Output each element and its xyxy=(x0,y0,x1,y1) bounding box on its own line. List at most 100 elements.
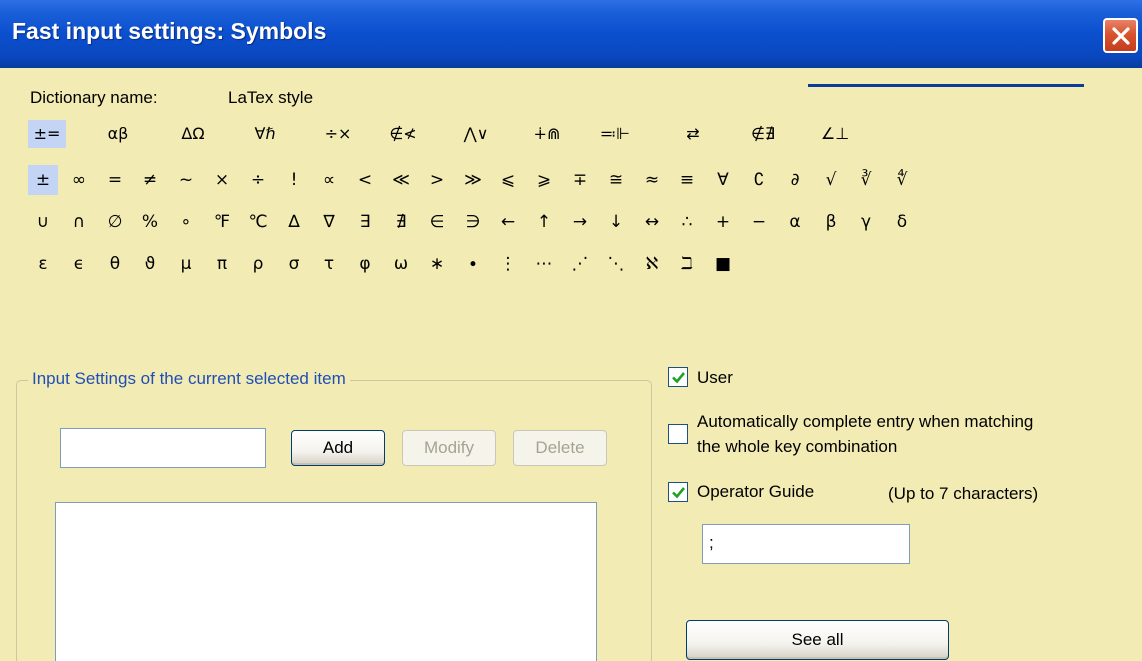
dictionary-name-label: Dictionary name: xyxy=(30,88,158,107)
symbol-cell[interactable]: ≠ xyxy=(135,165,165,195)
symbol-cell[interactable]: ≡ xyxy=(672,165,702,195)
close-button[interactable] xyxy=(1103,18,1138,53)
symbol-cell[interactable]: ∈ xyxy=(422,207,452,237)
symbol-cell[interactable]: ∄ xyxy=(386,207,416,237)
symbol-cell[interactable]: > xyxy=(422,165,452,195)
auto-complete-label-line2: the whole key combination xyxy=(697,437,898,456)
symbol-cell[interactable]: ⋱ xyxy=(601,249,631,279)
symbol-cell[interactable]: ω xyxy=(386,249,416,279)
category-tab[interactable]: ÷× xyxy=(318,120,358,148)
category-tab[interactable]: ⇄ xyxy=(673,120,713,148)
symbol-cell[interactable]: ≫ xyxy=(458,165,488,195)
symbol-cell[interactable]: + xyxy=(708,207,738,237)
symbol-cell[interactable]: ∴ xyxy=(672,207,702,237)
symbol-cell[interactable]: ∘ xyxy=(171,207,201,237)
symbol-cell[interactable]: ∂ xyxy=(780,165,810,195)
symbol-cell[interactable]: ÷ xyxy=(243,165,273,195)
category-tab[interactable]: ⋀∨ xyxy=(456,120,496,148)
modify-button[interactable]: Modify xyxy=(402,430,496,466)
symbol-cell[interactable]: π xyxy=(207,249,237,279)
add-button[interactable]: Add xyxy=(291,430,385,466)
symbol-cell[interactable]: ∗ xyxy=(422,249,452,279)
title-bar: Fast input settings: Symbols xyxy=(0,0,1142,68)
category-tab[interactable]: ≕⊩ xyxy=(595,120,635,148)
category-tab[interactable]: ±= xyxy=(28,120,66,148)
symbol-cell[interactable]: ≈ xyxy=(637,165,667,195)
symbol-cell[interactable]: α xyxy=(780,207,810,237)
symbol-cell[interactable]: θ xyxy=(100,249,130,279)
symbol-cell[interactable]: % xyxy=(135,207,165,237)
symbol-cell[interactable]: × xyxy=(207,165,237,195)
symbol-cell[interactable]: ρ xyxy=(243,249,273,279)
symbol-cell[interactable]: ϵ xyxy=(64,249,94,279)
symbol-cell[interactable]: δ xyxy=(887,207,917,237)
symbol-cell[interactable]: ∅ xyxy=(100,207,130,237)
category-tab[interactable]: ∀ℏ xyxy=(243,120,287,148)
symbol-cell[interactable]: ∩ xyxy=(64,207,94,237)
symbol-cell[interactable]: → xyxy=(565,207,595,237)
auto-complete-checkbox[interactable] xyxy=(668,424,688,444)
symbol-cell[interactable]: ∝ xyxy=(314,165,344,195)
symbol-cell[interactable]: ℉ xyxy=(207,207,237,237)
symbol-cell[interactable]: ∀ xyxy=(708,165,738,195)
symbol-cell[interactable]: σ xyxy=(279,249,309,279)
symbol-cell[interactable]: ← xyxy=(493,207,523,237)
symbol-cell[interactable]: − xyxy=(744,207,774,237)
symbol-cell[interactable]: ℃ xyxy=(243,207,273,237)
symbol-cell[interactable]: γ xyxy=(851,207,881,237)
symbol-cell[interactable]: ∇ xyxy=(314,207,344,237)
category-tab[interactable]: ΔΩ xyxy=(171,120,215,148)
symbol-cell[interactable]: ~ xyxy=(171,165,201,195)
symbol-cell[interactable]: ∞ xyxy=(64,165,94,195)
symbol-cell[interactable]: ⋰ xyxy=(565,249,595,279)
see-all-button[interactable]: See all xyxy=(686,620,949,660)
symbol-cell[interactable]: ∃ xyxy=(350,207,380,237)
user-checkbox[interactable] xyxy=(668,367,688,387)
auto-complete-label-line1: Automatically complete entry when matchi… xyxy=(697,412,1034,431)
operator-guide-input[interactable]: ; xyxy=(702,524,910,564)
symbol-cell[interactable]: ∆ xyxy=(279,207,309,237)
symbol-cell[interactable]: ℵ xyxy=(637,249,667,279)
key-combination-list[interactable] xyxy=(55,502,597,661)
category-tab[interactable]: ∉∄ xyxy=(741,120,785,148)
symbol-cell[interactable]: ℶ xyxy=(672,249,702,279)
symbol-cell[interactable]: ∛ xyxy=(851,165,881,195)
symbol-cell[interactable]: ■ xyxy=(708,249,738,279)
symbol-cell[interactable]: ∪ xyxy=(28,207,58,237)
symbol-cell[interactable]: ≪ xyxy=(386,165,416,195)
symbol-cell[interactable]: τ xyxy=(314,249,344,279)
symbol-cell[interactable]: ⋮ xyxy=(493,249,523,279)
symbol-cell[interactable]: ε xyxy=(28,249,58,279)
symbol-cell[interactable]: ! xyxy=(279,165,309,195)
input-settings-group-label: Input Settings of the current selected i… xyxy=(28,369,350,389)
symbol-cell[interactable]: ↓ xyxy=(601,207,631,237)
symbol-cell[interactable]: ∜ xyxy=(887,165,917,195)
operator-guide-checkbox[interactable] xyxy=(668,482,688,502)
symbol-cell[interactable]: ∋ xyxy=(458,207,488,237)
symbol-cell[interactable]: ⋯ xyxy=(529,249,559,279)
symbol-cell[interactable]: ↑ xyxy=(529,207,559,237)
symbol-cell[interactable]: μ xyxy=(171,249,201,279)
symbol-cell[interactable]: ↔ xyxy=(637,207,667,237)
category-tab[interactable]: ∠⊥ xyxy=(813,120,857,148)
symbol-cell[interactable]: ≅ xyxy=(601,165,631,195)
symbol-cell[interactable]: √ xyxy=(816,165,846,195)
symbol-cell[interactable]: < xyxy=(350,165,380,195)
delete-button[interactable]: Delete xyxy=(513,430,607,466)
symbol-cell[interactable]: ± xyxy=(28,165,58,195)
symbol-cell[interactable]: ⩽ xyxy=(493,165,523,195)
symbol-cell[interactable]: = xyxy=(100,165,130,195)
symbol-cell[interactable]: ∁ xyxy=(744,165,774,195)
category-tab[interactable]: αβ xyxy=(98,120,138,148)
category-tab[interactable]: ∔⋒ xyxy=(526,120,568,148)
symbol-cell[interactable]: ∓ xyxy=(565,165,595,195)
symbol-cell[interactable]: ⩾ xyxy=(529,165,559,195)
symbol-cell[interactable]: ϑ xyxy=(135,249,165,279)
key-combination-input[interactable] xyxy=(60,428,266,468)
symbol-cell[interactable]: φ xyxy=(350,249,380,279)
checkmark-icon xyxy=(671,371,685,383)
symbol-cell[interactable]: β xyxy=(816,207,846,237)
symbol-cell[interactable]: ∙ xyxy=(458,249,488,279)
category-tab[interactable]: ∉≮ xyxy=(383,120,423,148)
user-label: User xyxy=(697,368,733,387)
